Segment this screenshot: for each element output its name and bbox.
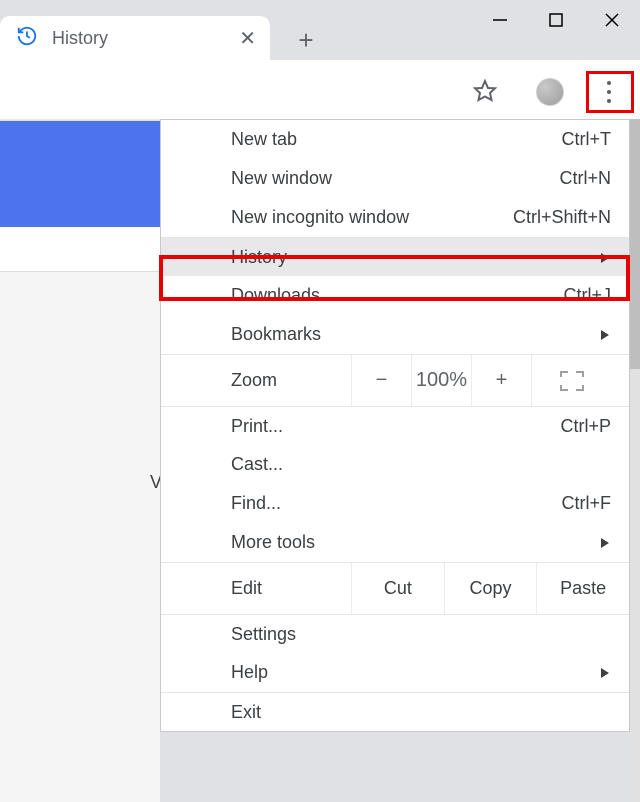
window-controls: [472, 0, 640, 40]
menu-exit[interactable]: Exit: [161, 692, 629, 731]
annotation-highlight-menu: [586, 71, 634, 113]
menu-label: Print...: [231, 416, 283, 437]
zoom-value: 100%: [411, 355, 471, 406]
menu-shortcut: Ctrl+J: [563, 285, 611, 306]
menu-label: Find...: [231, 493, 281, 514]
menu-downloads[interactable]: Downloads Ctrl+J: [161, 276, 629, 315]
menu-print[interactable]: Print... Ctrl+P: [161, 406, 629, 445]
page-content-white: [0, 227, 160, 271]
menu-label: Cast...: [231, 454, 283, 475]
menu-zoom: Zoom − 100% +: [161, 354, 629, 406]
menu-edit: Edit Cut Copy Paste: [161, 562, 629, 614]
edit-copy-button[interactable]: Copy: [444, 563, 537, 614]
menu-label: New window: [231, 168, 332, 189]
menu-label: Settings: [231, 624, 296, 645]
menu-shortcut: Ctrl+Shift+N: [513, 207, 611, 228]
bookmark-star-icon[interactable]: [470, 76, 500, 106]
menu-label: New incognito window: [231, 207, 409, 228]
menu-settings[interactable]: Settings: [161, 614, 629, 653]
menu-label: Help: [231, 662, 268, 683]
zoom-label: Zoom: [231, 370, 351, 391]
edit-cut-button[interactable]: Cut: [351, 563, 444, 614]
zoom-out-button[interactable]: −: [351, 355, 411, 406]
menu-bookmarks[interactable]: Bookmarks: [161, 315, 629, 354]
fullscreen-icon: [560, 371, 584, 391]
browser-tab[interactable]: History ✕: [0, 16, 270, 60]
menu-label: History: [231, 247, 287, 268]
menu-shortcut: Ctrl+F: [562, 493, 612, 514]
maximize-button[interactable]: [528, 0, 584, 40]
tab-title: History: [52, 28, 235, 49]
menu-label: Bookmarks: [231, 324, 321, 345]
submenu-arrow-icon: [601, 324, 609, 345]
submenu-arrow-icon: [601, 532, 609, 553]
close-tab-icon[interactable]: ✕: [235, 22, 260, 55]
page-content-blue: [0, 121, 160, 227]
edit-label: Edit: [161, 578, 351, 599]
menu-label: Exit: [231, 702, 261, 723]
history-icon: [16, 25, 38, 52]
new-tab-button[interactable]: +: [288, 22, 324, 58]
close-window-button[interactable]: [584, 0, 640, 40]
fullscreen-button[interactable]: [531, 355, 611, 406]
menu-help[interactable]: Help: [161, 653, 629, 692]
menu-history[interactable]: History: [161, 237, 629, 276]
menu-more-tools[interactable]: More tools: [161, 523, 629, 562]
zoom-in-button[interactable]: +: [471, 355, 531, 406]
minimize-button[interactable]: [472, 0, 528, 40]
menu-label: More tools: [231, 532, 315, 553]
menu-new-incognito[interactable]: New incognito window Ctrl+Shift+N: [161, 198, 629, 237]
menu-cast[interactable]: Cast...: [161, 445, 629, 484]
menu-shortcut: Ctrl+N: [559, 168, 611, 189]
menu-shortcut: Ctrl+T: [562, 129, 612, 150]
menu-label: New tab: [231, 129, 297, 150]
menu-label: Downloads: [231, 285, 320, 306]
menu-scrollbar-thumb[interactable]: [630, 119, 640, 369]
edit-paste-button[interactable]: Paste: [536, 563, 629, 614]
submenu-arrow-icon: [601, 662, 609, 683]
chrome-menu: New tab Ctrl+T New window Ctrl+N New inc…: [160, 119, 630, 732]
page-content-gray: [0, 271, 160, 802]
menu-new-tab[interactable]: New tab Ctrl+T: [161, 120, 629, 159]
profile-avatar[interactable]: [536, 78, 564, 106]
menu-find[interactable]: Find... Ctrl+F: [161, 484, 629, 523]
menu-new-window[interactable]: New window Ctrl+N: [161, 159, 629, 198]
submenu-arrow-icon: [601, 247, 609, 268]
menu-shortcut: Ctrl+P: [560, 416, 611, 437]
